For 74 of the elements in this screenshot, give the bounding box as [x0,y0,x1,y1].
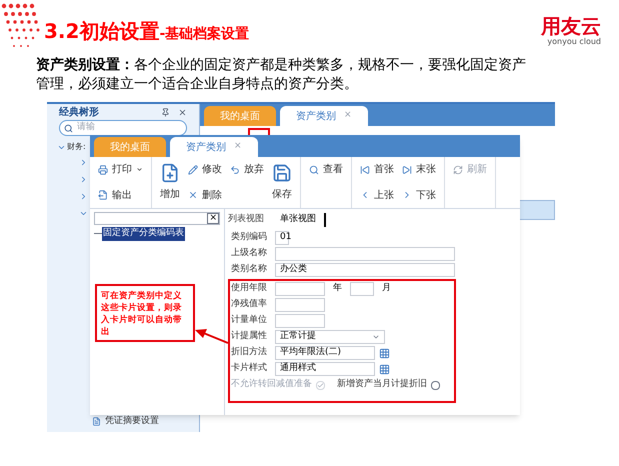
panel-title: 经典树形 [59,106,99,120]
search-icon [64,124,73,132]
grid-picker-icon[interactable] [379,348,390,358]
select-field[interactable]: 正常计提 [275,330,385,344]
unit-label: 年 [333,282,342,296]
field-label: 折旧方法 [231,346,268,360]
view-tab[interactable]: 单张视图 [280,213,326,227]
input-field[interactable] [350,282,374,296]
add-document-icon [160,163,180,183]
checkbox-label: 新增资产当月计提折旧 [337,378,427,392]
toolbar-button[interactable]: 输出 [98,188,143,203]
checkbox[interactable] [431,380,440,390]
field-label: 计量单位 [231,314,268,328]
close-icon[interactable] [178,108,187,116]
chevron-down-icon[interactable] [79,209,88,218]
toolbar-button[interactable]: 保存 [272,163,292,202]
field-label: 类别名称 [231,263,268,276]
check-icon [317,382,324,388]
search-field[interactable]: × [94,212,220,225]
toolbar-button[interactable]: 修改 [188,162,222,178]
field-label: 使用年限 [231,282,268,296]
first-icon [360,164,370,175]
input-field[interactable]: 办公类 [275,263,455,277]
refresh-icon [453,164,463,175]
last-icon [402,164,412,175]
tree-item[interactable]: 固定资产分类编码表 [102,227,185,240]
toolbar-button[interactable]: 下张 [402,188,436,203]
toolbar-button[interactable]: 上张 [360,188,394,203]
unit-label: 月 [382,282,391,296]
toolbar-button[interactable]: 查看 [309,162,343,178]
toolbar-button[interactable]: 首张 [360,162,394,178]
field-label: 卡片样式 [231,362,268,376]
input-field[interactable] [275,298,325,312]
toolbar-button[interactable]: 删除 [188,188,222,203]
table-header [519,200,555,220]
delete-icon [188,190,198,200]
clear-button[interactable]: × [207,213,219,224]
pin-icon[interactable] [161,108,170,116]
input-field[interactable] [275,314,325,328]
checkbox-label: 不允许转回减值准备 [231,378,312,392]
logo-tagline: yonyou cloud [547,36,601,48]
logo-text: 用友云 [541,16,601,36]
save-icon [272,163,292,183]
caret-icon [136,166,143,174]
input-field[interactable] [275,282,325,296]
pencil-icon [188,164,198,175]
toolbar-button[interactable]: 放弃 [230,162,264,178]
export-icon [98,190,108,200]
slide-subtitle: -基础档案设置 [159,24,250,44]
tree-item[interactable]: 财务: [67,141,86,153]
input-field[interactable]: 通用样式 [275,362,375,376]
input-field[interactable]: 01 [275,231,289,245]
undo-icon [230,164,240,175]
tab[interactable]: 资产类别 × [280,106,368,126]
input-field[interactable]: 平均年限法(二) [275,346,375,360]
slide-title: 3.2初始设置 [44,18,160,45]
field-label: 计提属性 [231,330,268,344]
toolbar-button[interactable]: 末张 [402,162,436,178]
intro-paragraph: 资产类别设置：各个企业的固定资产都是种类繁多，规格不一，要强化固定资产管理，必须建立一个适合企业自身特点的资产分类。 [36,56,527,94]
field-label: 上级名称 [231,247,268,260]
field-label: 类别编码 [231,231,268,244]
input-field[interactable] [275,247,455,261]
document-icon [92,416,101,426]
grid-picker-icon[interactable] [379,364,390,374]
toolbar-button[interactable]: 打印 [98,162,143,178]
tree-item[interactable]: 凭证摘要设置 [105,414,159,428]
view-tab[interactable]: 列表视图 [228,213,264,227]
tab[interactable]: 资产类别 × [170,137,258,157]
field-label: 净残值率 [231,298,268,312]
caret-icon [372,333,380,341]
printer-icon [98,164,108,175]
magnifier-icon [309,164,319,175]
callout-box: 可在资产类别中定义这些卡片设置，则录入卡片时可以自动带出 [95,284,195,342]
toolbar-button[interactable]: 增加 [160,163,180,202]
